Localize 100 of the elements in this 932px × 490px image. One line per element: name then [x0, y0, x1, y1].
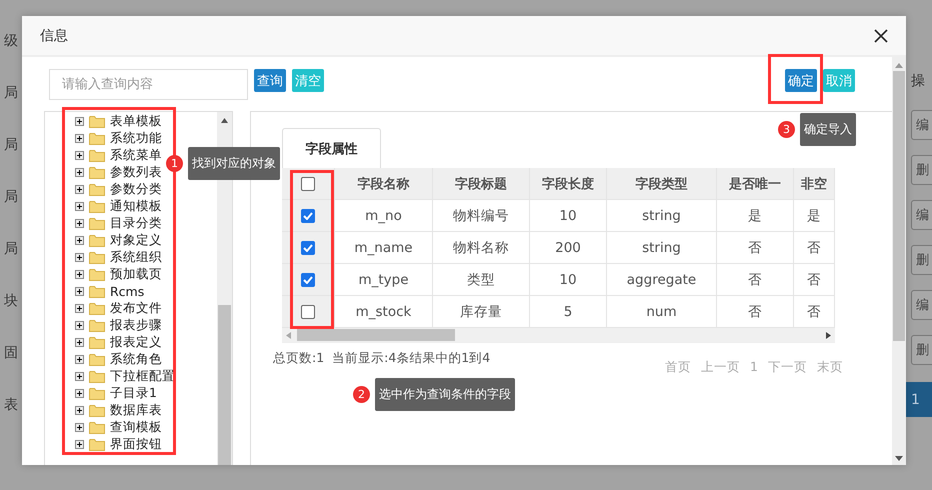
expand-icon[interactable]	[75, 202, 84, 211]
tree-item[interactable]: 子目录1	[110, 385, 157, 402]
action-button[interactable]: 确定	[785, 69, 817, 92]
folder-icon	[89, 319, 105, 332]
table-cell: 否	[717, 232, 794, 263]
step-number: 3	[778, 121, 795, 138]
table-cell: 否	[717, 264, 794, 295]
page-summary: 总页数:1 当前显示:4条结果中的1到4	[273, 350, 490, 367]
folder-icon	[89, 353, 105, 366]
search-button[interactable]: 查询	[254, 69, 286, 92]
expand-icon[interactable]	[75, 287, 84, 296]
table-cell: m_type	[335, 264, 433, 295]
expand-icon[interactable]	[75, 270, 84, 279]
expand-icon[interactable]	[75, 185, 84, 194]
expand-icon[interactable]	[75, 151, 84, 160]
expand-icon[interactable]	[75, 117, 84, 126]
folder-icon	[89, 285, 105, 298]
folder-icon	[89, 268, 105, 281]
table-cell: m_name	[335, 232, 433, 263]
expand-icon[interactable]	[75, 355, 84, 364]
search-field[interactable]: 请输入查询内容	[49, 69, 248, 100]
folder-icon	[89, 217, 105, 230]
expand-icon[interactable]	[75, 406, 84, 415]
table-cell: 否	[717, 296, 794, 327]
row-action-button[interactable]: 编	[911, 290, 932, 320]
row-action-button[interactable]: 编	[911, 200, 932, 230]
tree-item[interactable]: 参数分类	[110, 181, 162, 198]
checkbox[interactable]	[301, 304, 315, 318]
expand-icon[interactable]	[75, 423, 84, 432]
table-cell: 否	[794, 296, 835, 327]
tree-item[interactable]: 界面按钮	[110, 436, 162, 453]
tree-item[interactable]: 对象定义	[110, 232, 162, 249]
scrollbar[interactable]	[892, 57, 906, 465]
tree-item[interactable]: 报表定义	[110, 334, 162, 351]
tree-item[interactable]: 参数列表	[110, 164, 162, 181]
tree-item[interactable]: 表单模板	[110, 113, 162, 130]
column-header: 操	[910, 72, 925, 91]
tree-item[interactable]: 预加载页	[110, 266, 162, 283]
row-action-button[interactable]: 编	[911, 110, 932, 140]
table-cell: aggregate	[607, 264, 717, 295]
row-action-button[interactable]: 删	[911, 335, 932, 365]
expand-icon[interactable]	[75, 168, 84, 177]
expand-icon[interactable]	[75, 338, 84, 347]
expand-icon[interactable]	[75, 134, 84, 143]
checkbox[interactable]	[301, 176, 315, 190]
expand-icon[interactable]	[75, 304, 84, 313]
tree-item[interactable]: 报表步骤	[110, 317, 162, 334]
expand-icon[interactable]	[75, 372, 84, 381]
tree-item[interactable]: 系统角色	[110, 351, 162, 368]
table-cell: string	[607, 200, 717, 231]
column-header: 字段长度	[530, 168, 607, 199]
tree-item[interactable]: Rcms	[110, 284, 144, 299]
checkbox[interactable]	[301, 208, 315, 222]
table-cell: 10	[530, 264, 607, 295]
table-cell: 类型	[433, 264, 530, 295]
scroll-right-icon[interactable]	[826, 332, 831, 338]
folder-icon	[89, 166, 105, 179]
tree-item[interactable]: 系统功能	[110, 130, 162, 147]
table-cell: m_no	[335, 200, 433, 231]
tree-item[interactable]: 发布文件	[110, 300, 162, 317]
callout-tooltip: 找到对应的对象	[188, 147, 280, 180]
expand-icon[interactable]	[75, 440, 84, 449]
page-label: 表	[4, 396, 18, 414]
page-label: 局	[4, 188, 18, 206]
page-label: 局	[4, 84, 18, 102]
close-icon[interactable]	[874, 28, 888, 42]
page-label: 固	[4, 344, 18, 362]
tree-item[interactable]: 通知模板	[110, 198, 162, 215]
expand-icon[interactable]	[75, 321, 84, 330]
expand-icon[interactable]	[75, 253, 84, 262]
folder-icon	[89, 421, 105, 434]
table-cell: 否	[794, 264, 835, 295]
callout-tooltip: 确定导入	[800, 113, 856, 146]
page-number-button[interactable]: 1	[906, 382, 932, 417]
expand-icon[interactable]	[75, 389, 84, 398]
tab[interactable]: 字段属性	[282, 128, 381, 168]
tree-item[interactable]: 系统组织	[110, 249, 162, 266]
folder-icon	[89, 370, 105, 383]
scroll-down-icon[interactable]	[895, 456, 903, 461]
expand-icon[interactable]	[75, 236, 84, 245]
tree-item[interactable]: 目录分类	[110, 215, 162, 232]
tree-item[interactable]: 查询模板	[110, 419, 162, 436]
tree-item[interactable]: 系统菜单	[110, 147, 162, 164]
scroll-up-icon[interactable]	[221, 118, 228, 123]
folder-icon	[89, 132, 105, 145]
folder-icon	[89, 438, 105, 451]
dialog-title: 信息	[40, 26, 68, 44]
checkbox[interactable]	[301, 240, 315, 254]
folder-icon	[89, 387, 105, 400]
row-action-button[interactable]: 删	[911, 155, 932, 185]
row-action-button[interactable]: 删	[911, 245, 932, 275]
folder-icon	[89, 302, 105, 315]
folder-icon	[89, 183, 105, 196]
scrollbar[interactable]	[282, 328, 835, 342]
expand-icon[interactable]	[75, 219, 84, 228]
table-cell: 物料编号	[433, 200, 530, 231]
tree-item[interactable]: 数据库表	[110, 402, 162, 419]
tree-item[interactable]: 下拉框配置	[110, 368, 175, 385]
column-header: 字段标题	[433, 168, 530, 199]
checkbox[interactable]	[301, 272, 315, 286]
